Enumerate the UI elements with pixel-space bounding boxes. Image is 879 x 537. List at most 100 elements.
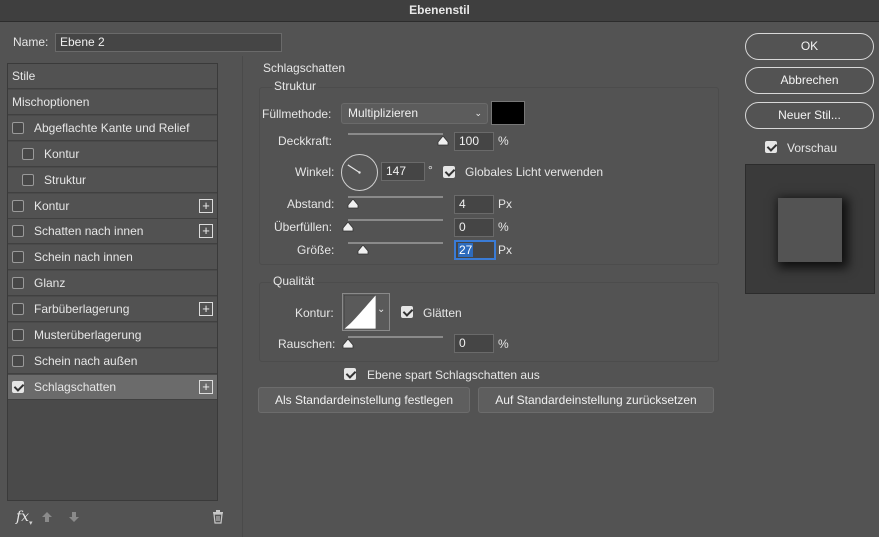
fx-icon[interactable]: fx	[16, 509, 29, 525]
blend-mode-label: Füllmethode:	[262, 107, 332, 121]
style-item-checkbox[interactable]	[12, 380, 24, 393]
styles-list: Stile Mischoptionen Abgeflachte Kante und …	[7, 63, 218, 501]
knockout-label: Ebene spart Schlagschatten aus	[367, 368, 540, 382]
style-item-checkbox[interactable]	[12, 354, 24, 367]
noise-input[interactable]: 0	[454, 334, 494, 353]
noise-label: Rauschen:	[278, 337, 336, 351]
style-item[interactable]: Struktur	[8, 167, 217, 193]
style-item[interactable]: Stile	[8, 64, 217, 89]
style-item-label: Glanz	[34, 276, 66, 291]
style-item-label: Abgeflachte Kante und Relief	[34, 120, 190, 135]
ok-button[interactable]: OK	[745, 33, 874, 60]
blend-mode-select[interactable]: Multiplizieren ⌄	[341, 103, 488, 124]
spread-unit: %	[498, 220, 509, 234]
add-effect-icon[interactable]: +	[199, 198, 213, 213]
pane-divider	[242, 56, 243, 537]
distance-input[interactable]: 4	[454, 195, 494, 214]
contour-picker[interactable]: ⌄	[342, 293, 390, 331]
spread-slider-track[interactable]	[348, 219, 443, 221]
style-item-label: Musterüberlagerung	[34, 328, 142, 342]
preview-label: Vorschau	[787, 141, 838, 155]
style-item[interactable]: Schlagschatten +	[8, 374, 217, 400]
angle-dial[interactable]	[340, 153, 379, 192]
size-input-selection: 27	[458, 243, 474, 257]
global-light-label: Globales Licht verwenden	[465, 165, 604, 179]
spread-slider-thumb[interactable]	[342, 222, 354, 232]
style-item[interactable]: Schein nach außen	[8, 348, 217, 374]
style-item[interactable]: Kontur +	[8, 193, 217, 219]
make-default-button[interactable]: Als Standardeinstellung festlegen	[258, 387, 470, 413]
add-effect-icon[interactable]: +	[199, 302, 213, 317]
opacity-unit: %	[498, 134, 509, 148]
opacity-label: Deckkraft:	[278, 134, 333, 148]
style-item-label: Struktur	[44, 172, 87, 187]
antialias-checkbox[interactable]	[401, 306, 413, 318]
style-item-label: Schlagschatten	[34, 379, 117, 394]
shadow-color-swatch[interactable]	[491, 101, 525, 125]
style-item[interactable]: Glanz	[8, 271, 217, 297]
angle-unit: °	[428, 163, 433, 177]
contour-dropdown-icon[interactable]: ⌄	[377, 304, 385, 315]
size-unit: Px	[498, 243, 513, 257]
add-effect-icon[interactable]: +	[199, 379, 213, 394]
down-arrow-icon[interactable]	[68, 511, 80, 523]
blend-mode-value: Multiplizieren	[348, 106, 419, 120]
global-light-checkbox[interactable]	[443, 166, 455, 178]
style-item[interactable]: Schein nach innen	[8, 245, 217, 271]
opacity-slider-track[interactable]	[348, 133, 443, 135]
style-item-checkbox[interactable]	[12, 199, 24, 212]
trash-icon[interactable]	[212, 510, 224, 524]
style-item-label: Mischoptionen	[12, 94, 90, 109]
contour-curve-icon	[344, 295, 376, 329]
distance-slider-thumb[interactable]	[347, 199, 359, 209]
style-item-checkbox[interactable]	[12, 251, 24, 264]
noise-slider-track[interactable]	[348, 336, 443, 338]
knockout-checkbox[interactable]	[344, 368, 356, 380]
style-item[interactable]: Musterüberlagerung	[8, 323, 217, 348]
spread-input[interactable]: 0	[454, 218, 494, 237]
noise-unit: %	[498, 337, 509, 351]
style-item-checkbox[interactable]	[12, 225, 24, 238]
preview-checkbox[interactable]	[765, 141, 777, 153]
style-item-label: Farbüberlagerung	[34, 302, 130, 317]
style-item-checkbox[interactable]	[12, 277, 24, 290]
style-item-checkbox[interactable]	[12, 121, 24, 134]
style-item-checkbox[interactable]	[22, 173, 34, 186]
style-item-checkbox[interactable]	[12, 303, 24, 316]
distance-slider-track[interactable]	[348, 196, 443, 198]
structure-title: Struktur	[272, 79, 319, 93]
style-item-checkbox[interactable]	[22, 147, 34, 160]
window-title: Ebenenstil	[0, 0, 879, 22]
style-item[interactable]: Abgeflachte Kante und Relief	[8, 115, 217, 141]
style-item[interactable]: Farbüberlagerung +	[8, 297, 217, 323]
add-effect-icon[interactable]: +	[199, 224, 213, 239]
style-item-label: Schatten nach innen	[34, 224, 144, 239]
new-style-button[interactable]: Neuer Stil...	[745, 102, 874, 129]
angle-input[interactable]: 147	[381, 162, 425, 181]
style-item-checkbox[interactable]	[12, 329, 24, 341]
name-input[interactable]: Ebene 2	[55, 33, 282, 52]
size-input[interactable]: 27	[454, 240, 496, 260]
distance-unit: Px	[498, 197, 513, 211]
size-slider-thumb[interactable]	[357, 245, 369, 255]
style-item[interactable]: Kontur	[8, 141, 217, 167]
preview-area	[745, 164, 875, 294]
style-item-label: Stile	[12, 69, 36, 83]
fx-dropdown-icon[interactable]: ▾	[29, 519, 33, 527]
cancel-button[interactable]: Abbrechen	[745, 67, 874, 94]
up-arrow-icon[interactable]	[41, 511, 53, 523]
style-item-label: Schein nach innen	[34, 250, 133, 265]
style-item[interactable]: Mischoptionen	[8, 89, 217, 115]
antialias-label: Glätten	[423, 306, 462, 320]
reset-default-button[interactable]: Auf Standardeinstellung zurücksetzen	[478, 387, 714, 413]
style-item[interactable]: Schatten nach innen +	[8, 219, 217, 245]
opacity-input[interactable]: 100	[454, 132, 494, 151]
size-label: Größe:	[297, 243, 335, 257]
styles-toolbar: fx ▾	[7, 503, 223, 533]
size-slider-track[interactable]	[348, 242, 443, 244]
preview-thumbnail	[778, 198, 842, 262]
style-item-label: Kontur	[34, 198, 70, 213]
style-item-label: Schein nach außen	[34, 353, 138, 368]
opacity-slider-thumb[interactable]	[437, 136, 449, 146]
noise-slider-thumb[interactable]	[342, 339, 354, 349]
